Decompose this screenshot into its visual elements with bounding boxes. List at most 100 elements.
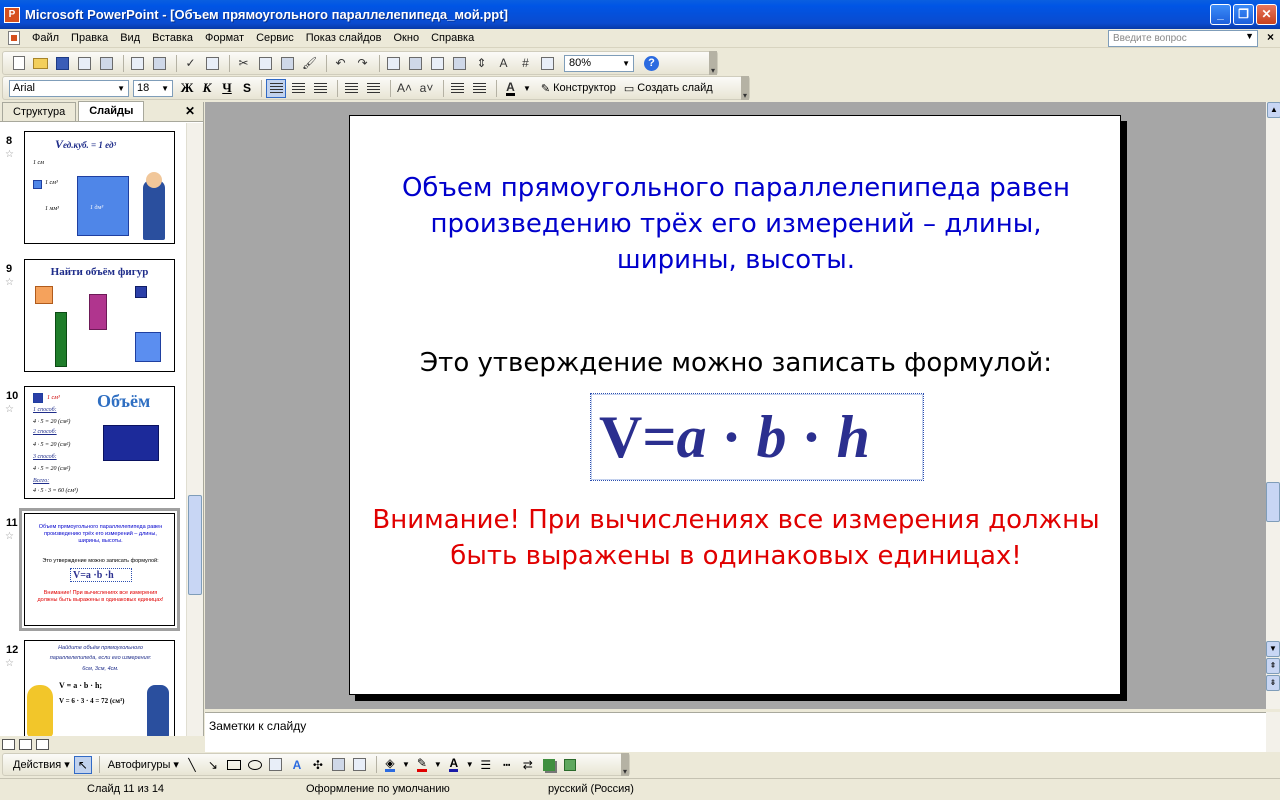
oval-button[interactable] — [246, 756, 264, 774]
print-button[interactable] — [128, 54, 147, 73]
slide-thumbnail[interactable]: 1 см³ Объём 1 способ: 4 · 5 = 20 (см²) 2… — [24, 386, 175, 499]
line-style-button[interactable]: ☰ — [477, 756, 495, 774]
menu-edit[interactable]: Правка — [65, 30, 114, 47]
tab-outline[interactable]: Структура — [2, 102, 77, 121]
chevron-down-icon[interactable]: ▼ — [523, 84, 531, 93]
ask-question-input[interactable]: Введите вопрос — [1108, 30, 1258, 47]
menu-insert[interactable]: Вставка — [146, 30, 199, 47]
select-objects-button[interactable]: ↖ — [73, 755, 92, 774]
dash-style-button[interactable]: ┅ — [498, 756, 516, 774]
menu-slideshow[interactable]: Показ слайдов — [300, 30, 388, 47]
underline-button[interactable]: Ч — [217, 80, 237, 96]
3d-style-button[interactable] — [561, 756, 579, 774]
line-button[interactable]: ╲ — [183, 756, 201, 774]
previous-slide-icon[interactable]: ⇞ — [1266, 658, 1280, 674]
slideshow-icon[interactable] — [36, 738, 49, 750]
current-slide[interactable]: Объем прямоугольного параллелепипеда рав… — [349, 115, 1121, 695]
textbox-button[interactable] — [267, 756, 285, 774]
align-center-button[interactable] — [289, 79, 308, 98]
wordart-button[interactable]: A — [288, 756, 306, 774]
preview-button[interactable] — [150, 54, 169, 73]
design-button[interactable]: ✎ Конструктор — [537, 82, 620, 95]
increase-font-button[interactable]: A˄ — [395, 79, 414, 98]
show-formatting-button[interactable]: A — [494, 54, 513, 73]
permission-button[interactable] — [75, 54, 94, 73]
increase-indent-button[interactable] — [470, 79, 489, 98]
picture-button[interactable] — [351, 756, 369, 774]
decrease-indent-button[interactable] — [448, 79, 467, 98]
undo-button[interactable]: ↶ — [331, 54, 350, 73]
font-name-select[interactable]: Arial ▼ — [9, 79, 129, 97]
shadow-button[interactable]: S — [237, 81, 257, 95]
toolbar-options-chevron[interactable]: ▾ — [709, 51, 717, 75]
paste-button[interactable] — [278, 54, 297, 73]
zoom-select[interactable]: 80% ▼ — [564, 54, 634, 72]
tab-slides[interactable]: Слайды — [78, 101, 145, 121]
research-button[interactable] — [203, 54, 222, 73]
menu-file[interactable]: Файл — [26, 30, 65, 47]
email-button[interactable] — [97, 54, 116, 73]
new-file-button[interactable] — [9, 54, 28, 73]
hyperlink-button[interactable] — [450, 54, 469, 73]
notes-scrollbar[interactable] — [1266, 712, 1280, 752]
font-color-draw-button[interactable]: A — [445, 756, 463, 774]
shadow-style-button[interactable] — [540, 756, 558, 774]
bold-button[interactable]: Ж — [177, 80, 197, 96]
chevron-down-icon[interactable]: ▼ — [434, 760, 442, 769]
slide-thumbnail[interactable]: Найти объём фигур — [24, 259, 175, 372]
arrow-button[interactable]: ↘ — [204, 756, 222, 774]
arrow-style-button[interactable]: ⇄ — [519, 756, 537, 774]
scrollbar-thumb[interactable] — [1266, 482, 1280, 522]
cut-button[interactable]: ✂ — [234, 54, 253, 73]
menu-window[interactable]: Окно — [388, 30, 426, 47]
tables-borders-button[interactable] — [428, 54, 447, 73]
slide-title[interactable]: Объем прямоугольного параллелепипеда рав… — [370, 170, 1102, 278]
color-grayscale-button[interactable] — [538, 54, 557, 73]
close-icon[interactable]: ✕ — [185, 104, 195, 118]
slide-thumbnail[interactable]: Vед.куб. = 1 ед³ 1 см 1 см³ 1 мм³ 1 дм³ — [24, 131, 175, 244]
menu-view[interactable]: Вид — [114, 30, 146, 47]
bullets-button[interactable] — [364, 79, 383, 98]
expand-all-button[interactable]: ⇕ — [472, 54, 491, 73]
slide-warning[interactable]: Внимание! При вычислениях все измерения … — [370, 502, 1102, 574]
chevron-down-icon[interactable]: ▼ — [402, 760, 410, 769]
chevron-down-icon[interactable]: ▼ — [1245, 31, 1254, 41]
numbering-button[interactable] — [342, 79, 361, 98]
font-color-button[interactable]: A — [501, 79, 520, 98]
normal-view-icon[interactable] — [2, 738, 15, 750]
open-button[interactable] — [31, 54, 50, 73]
slide-sorter-icon[interactable] — [19, 738, 32, 750]
save-button[interactable] — [53, 54, 72, 73]
next-slide-icon[interactable]: ⇟ — [1266, 675, 1280, 691]
help-button[interactable]: ? — [642, 54, 661, 73]
actions-menu[interactable]: Действия ▾ — [9, 758, 74, 771]
spelling-button[interactable]: ✓ — [181, 54, 200, 73]
toolbar-options-chevron[interactable]: ▾ — [741, 76, 749, 100]
slide-subtitle[interactable]: Это утверждение можно записать формулой: — [370, 345, 1102, 381]
slide-thumbnail[interactable]: Найдите объём прямоугольного параллелепи… — [24, 640, 175, 736]
font-size-select[interactable]: 18 ▼ — [133, 79, 173, 97]
document-icon[interactable] — [2, 30, 26, 47]
copy-button[interactable] — [256, 54, 275, 73]
menu-tools[interactable]: Сервис — [250, 30, 300, 47]
align-right-button[interactable] — [311, 79, 330, 98]
new-slide-button[interactable]: ▭ Создать слайд — [620, 82, 717, 95]
maximize-button[interactable]: ❐ — [1233, 4, 1254, 25]
notes-pane[interactable]: Заметки к слайду — [205, 712, 1266, 752]
workspace-scrollbar[interactable]: ▲ ▼ ⇞ ⇟ — [1266, 102, 1280, 709]
minimize-button[interactable]: _ — [1210, 4, 1231, 25]
show-grid-button[interactable]: # — [516, 54, 535, 73]
scroll-up-icon[interactable]: ▲ — [1267, 102, 1280, 118]
toolbar-options-chevron[interactable]: ▾ — [621, 753, 629, 776]
close-button[interactable]: ✕ — [1256, 4, 1277, 25]
insert-chart-button[interactable] — [384, 54, 403, 73]
diagram-button[interactable]: ✣ — [309, 756, 327, 774]
line-color-button[interactable]: ✎ — [413, 756, 431, 774]
autoshapes-menu[interactable]: Автофигуры ▾ — [104, 758, 183, 771]
slide-thumbnail[interactable]: Объем прямоугольного параллелепипеда рав… — [19, 508, 180, 631]
formula-box[interactable]: V=a · b · h — [590, 393, 924, 481]
rectangle-button[interactable] — [225, 756, 243, 774]
fill-color-button[interactable]: ◈ — [381, 756, 399, 774]
chevron-down-icon[interactable]: ▼ — [466, 760, 474, 769]
menu-help[interactable]: Справка — [425, 30, 480, 47]
